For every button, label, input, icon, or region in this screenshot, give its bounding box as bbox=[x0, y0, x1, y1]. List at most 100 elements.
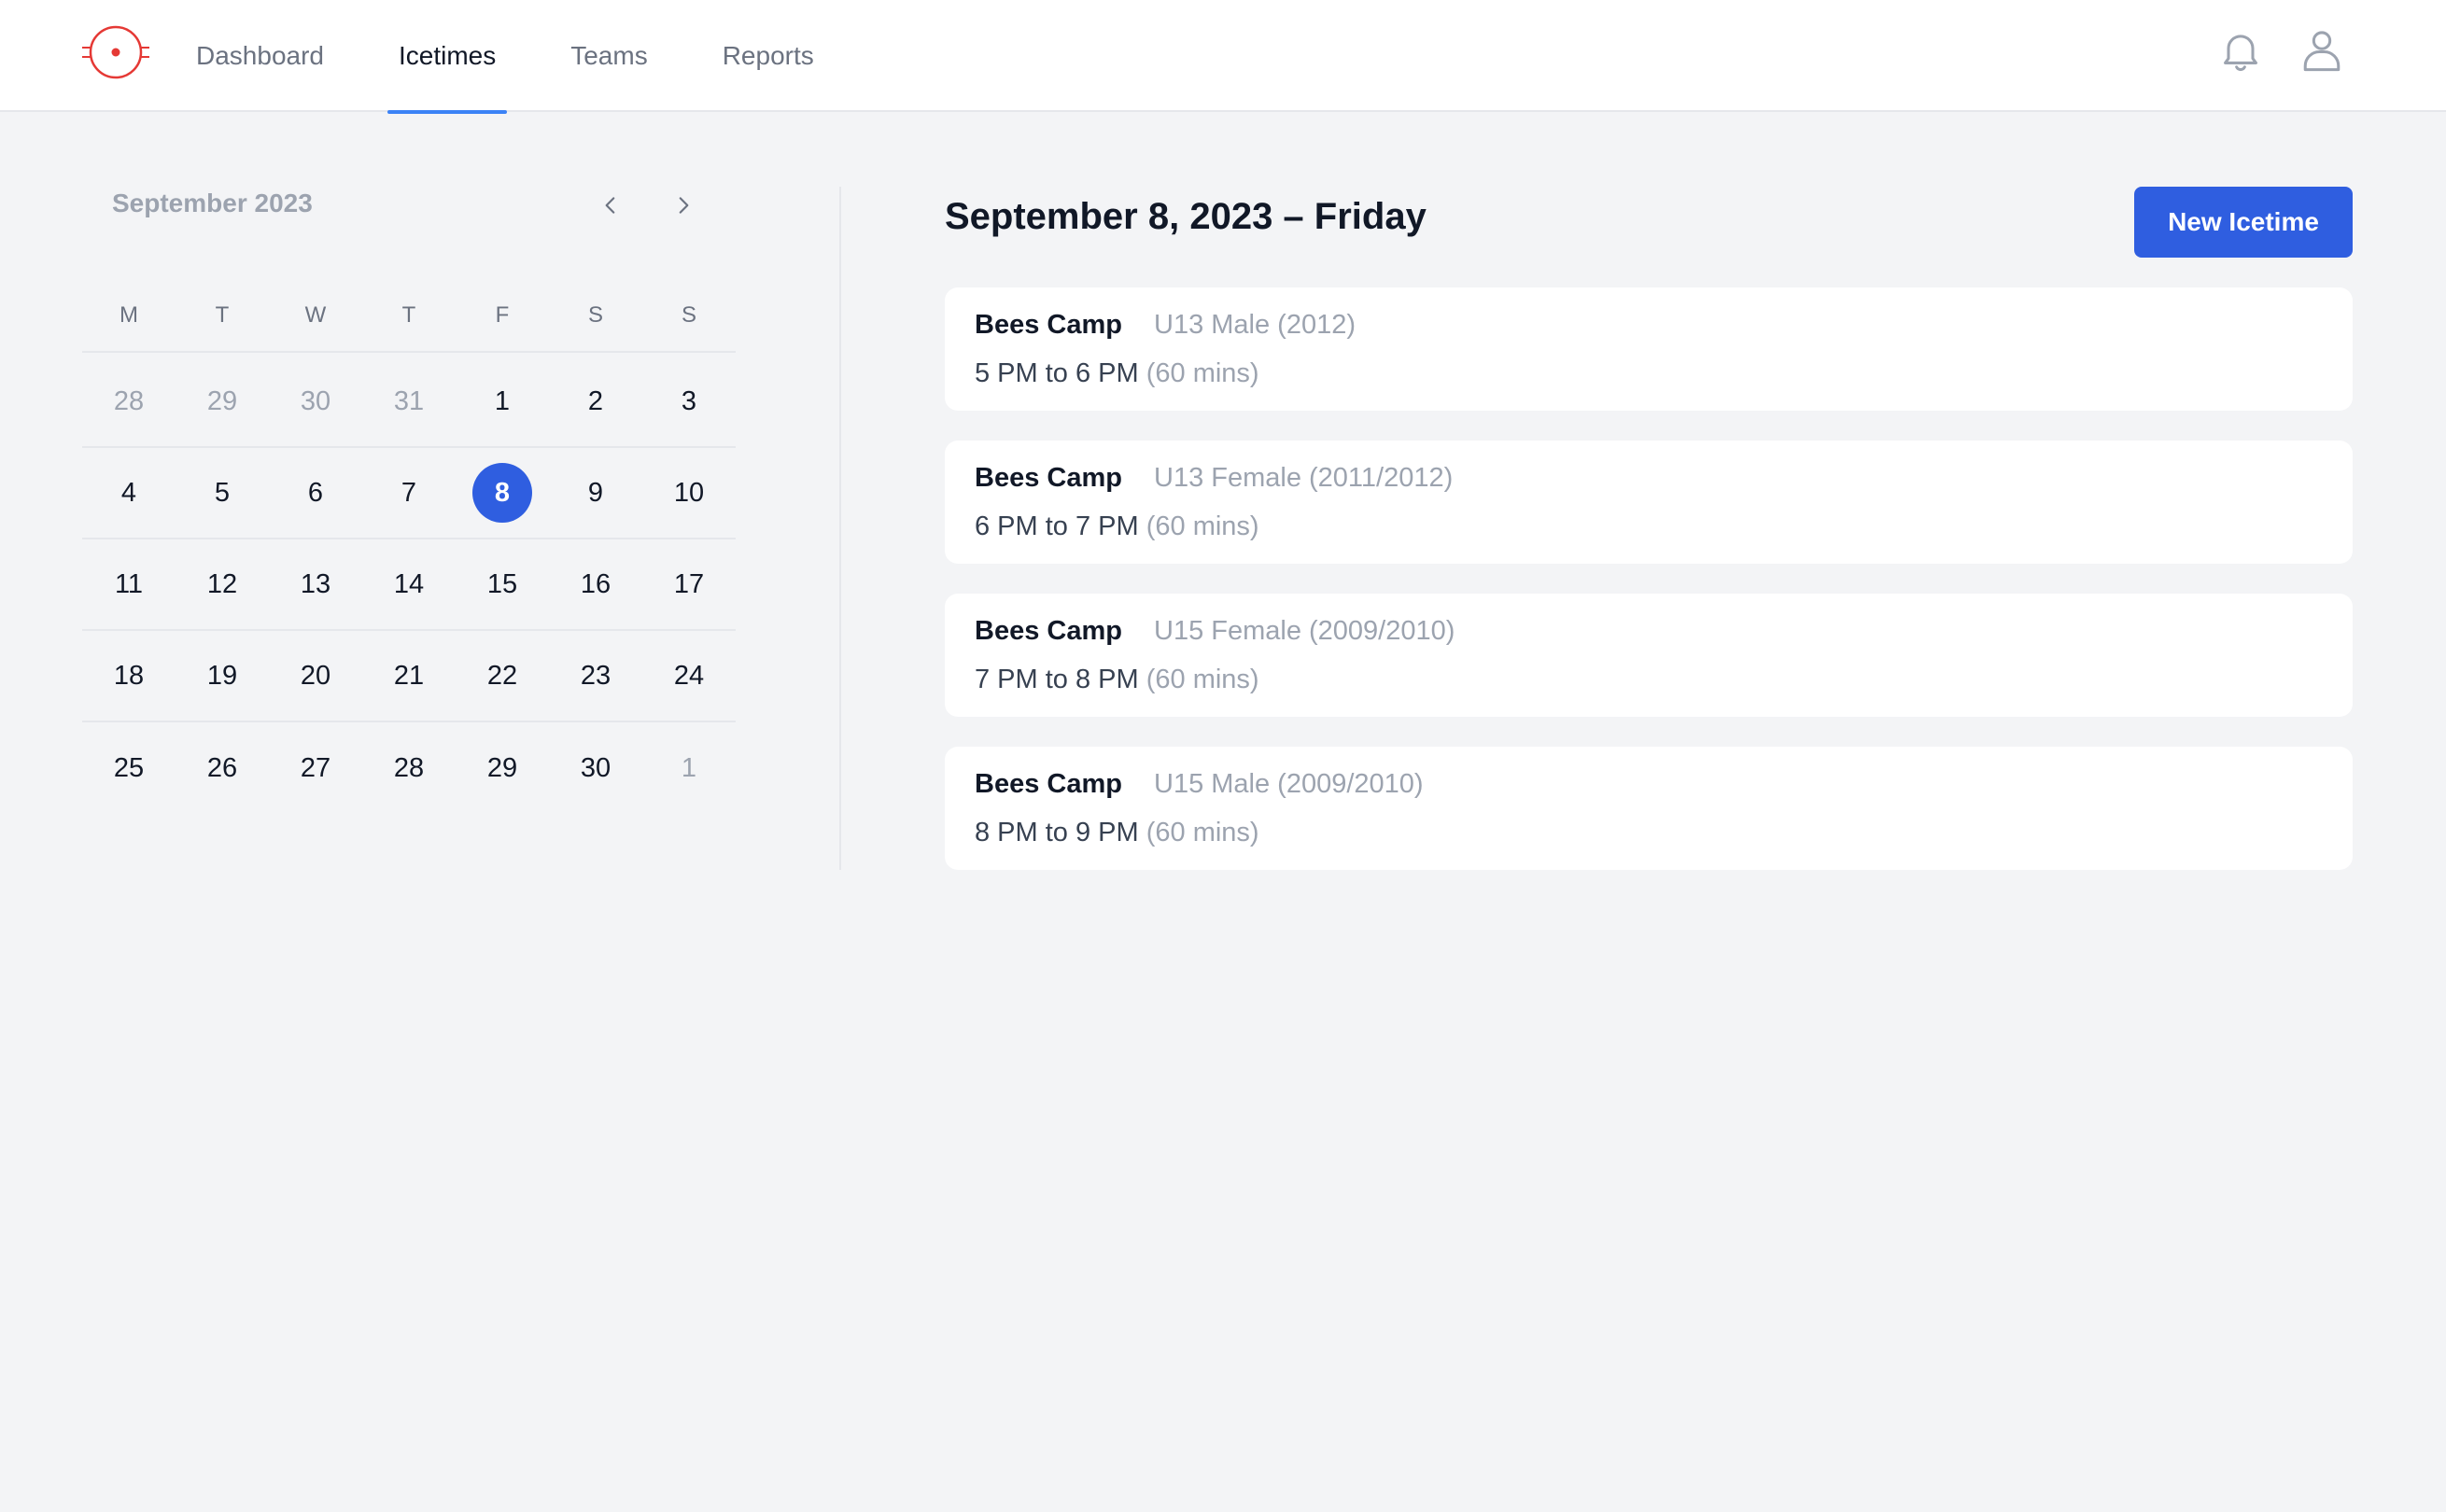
calendar-day[interactable]: 18 bbox=[82, 631, 176, 721]
calendar-day-number: 1 bbox=[494, 385, 511, 416]
weekday-label: F bbox=[495, 302, 510, 328]
calendar-day[interactable]: 29 bbox=[456, 722, 549, 814]
calendar-day[interactable]: 30 bbox=[269, 357, 362, 446]
calendar-day[interactable]: 21 bbox=[362, 631, 456, 721]
icetime-time-line: 6 PM to 7 PM (60 mins) bbox=[975, 511, 1259, 542]
calendar-day[interactable]: 25 bbox=[82, 722, 176, 814]
icetime-card[interactable]: Bees Camp U13 Male (2012) 5 PM to 6 PM (60… bbox=[945, 287, 2353, 411]
calendar-day-number: 22 bbox=[486, 660, 518, 691]
calendar-day-number: 19 bbox=[206, 660, 238, 691]
calendar-day[interactable]: 23 bbox=[549, 631, 642, 721]
calendar-day[interactable]: 1 bbox=[456, 357, 549, 446]
icetime-name: Bees Camp bbox=[975, 463, 1122, 493]
bell-icon[interactable] bbox=[2216, 26, 2265, 75]
calendar-day-number: 24 bbox=[673, 660, 705, 691]
icetime-card[interactable]: Bees Camp U15 Male (2009/2010) 8 PM to 9 P… bbox=[945, 747, 2353, 870]
nav-tab-reports[interactable]: Reports bbox=[711, 0, 825, 112]
calendar-day[interactable]: 27 bbox=[269, 722, 362, 814]
calendar-day-number: 6 bbox=[307, 477, 324, 508]
calendar-day-number: 1 bbox=[681, 752, 697, 783]
calendar-day[interactable]: 31 bbox=[362, 357, 456, 446]
weekday-label: S bbox=[681, 302, 696, 328]
calendar-day[interactable]: 24 bbox=[642, 631, 736, 721]
calendar-day-number: 18 bbox=[113, 660, 145, 691]
calendar-day-number: 8 bbox=[472, 463, 532, 523]
calendar-day-number: 14 bbox=[393, 568, 425, 599]
icetime-list: Bees Camp U13 Male (2012) 5 PM to 6 PM (60… bbox=[945, 287, 2353, 900]
calendar-day-number: 5 bbox=[214, 477, 231, 508]
calendar-day[interactable]: 6 bbox=[269, 448, 362, 538]
calendar-day[interactable]: 30 bbox=[549, 722, 642, 814]
target-logo-icon[interactable] bbox=[80, 22, 151, 82]
weekday-header-row: MTWTFSS bbox=[82, 302, 736, 353]
calendar-day[interactable]: 7 bbox=[362, 448, 456, 538]
calendar-day-number: 16 bbox=[580, 568, 612, 599]
calendar-day-number: 21 bbox=[393, 660, 425, 691]
calendar-day[interactable]: 1 bbox=[642, 722, 736, 814]
weekday-label: M bbox=[119, 302, 138, 328]
calendar-day[interactable]: 2 bbox=[549, 357, 642, 446]
calendar-day[interactable]: 9 bbox=[549, 448, 642, 538]
chevron-left-icon bbox=[605, 197, 615, 214]
user-icon[interactable] bbox=[2298, 26, 2346, 75]
previous-month-button[interactable] bbox=[592, 187, 629, 224]
nav-tab-dashboard[interactable]: Dashboard bbox=[185, 0, 335, 112]
calendar-day[interactable]: 22 bbox=[456, 631, 549, 721]
icetime-time: 5 PM to 6 PM bbox=[975, 358, 1139, 388]
weekday-label: S bbox=[587, 302, 603, 328]
pane-divider bbox=[839, 187, 841, 870]
calendar-day[interactable]: 20 bbox=[269, 631, 362, 721]
calendar-day-number: 2 bbox=[587, 385, 604, 416]
calendar-grid: 28 29 30 31 1 2 3 4 5 6 7 8 9 10 11 12 13 14 15 16 17 18 19 20 2… bbox=[82, 357, 736, 814]
calendar-day-number: 4 bbox=[120, 477, 137, 508]
new-icetime-button[interactable]: New Icetime bbox=[2134, 187, 2353, 258]
calendar-day-number: 17 bbox=[673, 568, 705, 599]
icetime-team: U13 Male (2012) bbox=[1154, 310, 1356, 340]
calendar-header: September 2023 bbox=[82, 183, 736, 228]
calendar-day-number: 30 bbox=[580, 752, 612, 783]
calendar-day-number: 10 bbox=[673, 477, 705, 508]
calendar-day[interactable]: 29 bbox=[176, 357, 269, 446]
calendar-day[interactable]: 26 bbox=[176, 722, 269, 814]
icetime-duration: (60 mins) bbox=[1146, 358, 1259, 388]
calendar-day[interactable]: 17 bbox=[642, 539, 736, 629]
calendar-day[interactable]: 4 bbox=[82, 448, 176, 538]
calendar-day-number: 13 bbox=[300, 568, 331, 599]
icetime-card[interactable]: Bees Camp U13 Female (2011/2012) 6 PM to 7… bbox=[945, 441, 2353, 564]
icetime-duration: (60 mins) bbox=[1146, 665, 1259, 694]
calendar-day[interactable]: 13 bbox=[269, 539, 362, 629]
icetime-card[interactable]: Bees Camp U15 Female (2009/2010) 7 PM to 8… bbox=[945, 594, 2353, 717]
next-month-button[interactable] bbox=[665, 187, 702, 224]
calendar-day[interactable]: 15 bbox=[456, 539, 549, 629]
calendar-day[interactable]: 10 bbox=[642, 448, 736, 538]
calendar-week-row: 11 12 13 14 15 16 17 bbox=[82, 539, 736, 631]
chevron-right-icon bbox=[679, 197, 689, 214]
calendar-day-number: 7 bbox=[401, 477, 417, 508]
calendar-day[interactable]: 3 bbox=[642, 357, 736, 446]
calendar-day[interactable]: 11 bbox=[82, 539, 176, 629]
calendar-day-number: 30 bbox=[300, 385, 331, 416]
calendar-week-row: 25 26 27 28 29 30 1 bbox=[82, 722, 736, 814]
month-calendar: September 2023 MTWTFSS 28 29 30 31 1 2 3 4 5 6 7 8 9… bbox=[82, 183, 736, 783]
nav-tab-icetimes[interactable]: Icetimes bbox=[387, 0, 508, 114]
calendar-week-row: 4 5 6 7 8 9 10 bbox=[82, 448, 736, 539]
weekday-label: T bbox=[401, 302, 416, 328]
icetime-team: U13 Female (2011/2012) bbox=[1154, 463, 1454, 493]
calendar-day[interactable]: 12 bbox=[176, 539, 269, 629]
nav-tab-teams[interactable]: Teams bbox=[559, 0, 658, 112]
icetime-time-line: 7 PM to 8 PM (60 mins) bbox=[975, 665, 1259, 695]
calendar-day[interactable]: 19 bbox=[176, 631, 269, 721]
main-nav: Dashboard Icetimes Teams Reports bbox=[185, 0, 878, 114]
calendar-day-number: 11 bbox=[114, 568, 144, 599]
icetime-time: 7 PM to 8 PM bbox=[975, 665, 1139, 694]
icetime-time-line: 8 PM to 9 PM (60 mins) bbox=[975, 818, 1259, 848]
calendar-day[interactable]: 28 bbox=[362, 722, 456, 814]
calendar-day[interactable]: 14 bbox=[362, 539, 456, 629]
calendar-day[interactable]: 5 bbox=[176, 448, 269, 538]
calendar-week-row: 18 19 20 21 22 23 24 bbox=[82, 631, 736, 722]
calendar-day[interactable]: 16 bbox=[549, 539, 642, 629]
calendar-day-number: 12 bbox=[206, 568, 238, 599]
calendar-day-selected[interactable]: 8 bbox=[456, 448, 549, 538]
calendar-day[interactable]: 28 bbox=[82, 357, 176, 446]
icetime-name: Bees Camp bbox=[975, 310, 1122, 340]
